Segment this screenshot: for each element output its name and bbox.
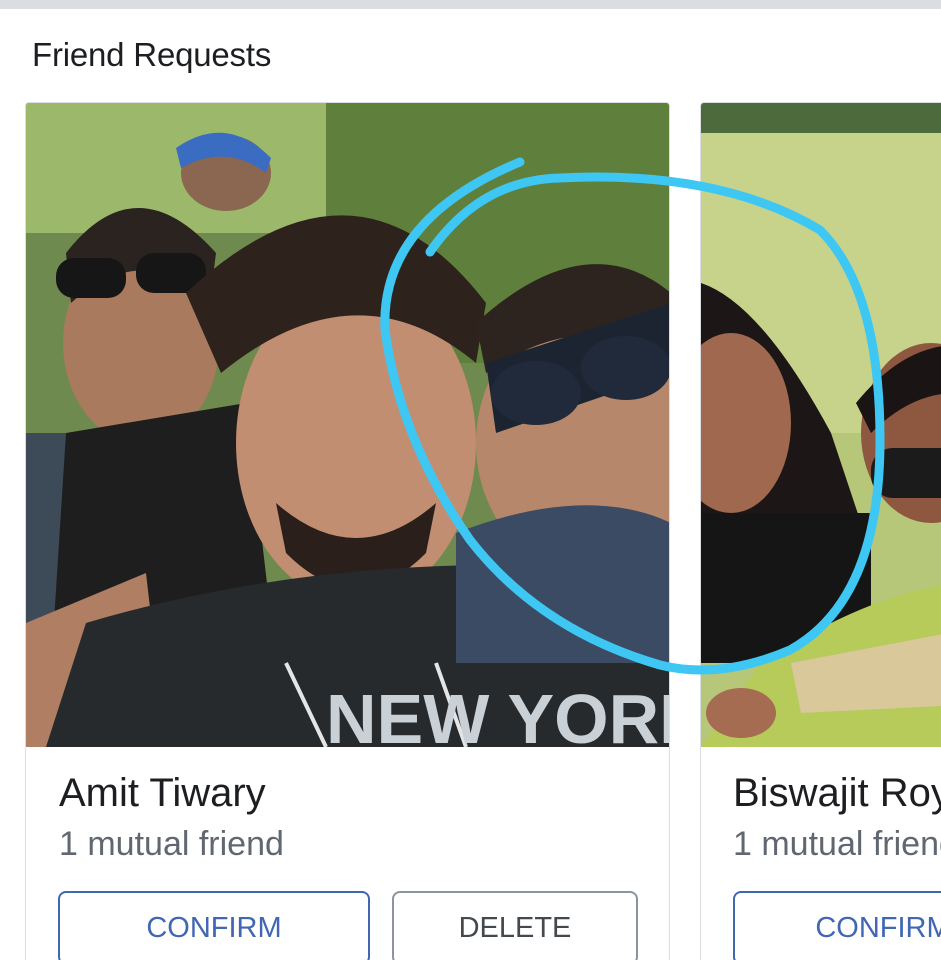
friend-name[interactable]: Amit Tiwary [59,771,266,816]
friend-request-card[interactable]: NEW YORK Amit Tiwary 1 mutual friend CON… [25,102,670,960]
svg-text:NEW YORK: NEW YORK [326,680,669,747]
friend-requests-carousel[interactable]: NEW YORK Amit Tiwary 1 mutual friend CON… [0,102,941,960]
confirm-button[interactable]: CONFIRM [58,891,370,960]
section-title: Friend Requests [32,36,272,73]
confirm-button[interactable]: CONFIRM [733,891,941,960]
friend-name[interactable]: Biswajit Roy [733,771,941,816]
top-divider [0,0,941,9]
delete-button[interactable]: DELETE [392,891,638,960]
profile-photo[interactable]: NEW YORK [26,103,669,747]
profile-photo[interactable] [701,103,941,747]
mutual-friends-count[interactable]: 1 mutual friend [59,825,284,864]
mutual-friends-count[interactable]: 1 mutual friend [733,825,941,864]
friend-request-card[interactable]: Biswajit Roy 1 mutual friend CONFIRM [700,102,941,960]
